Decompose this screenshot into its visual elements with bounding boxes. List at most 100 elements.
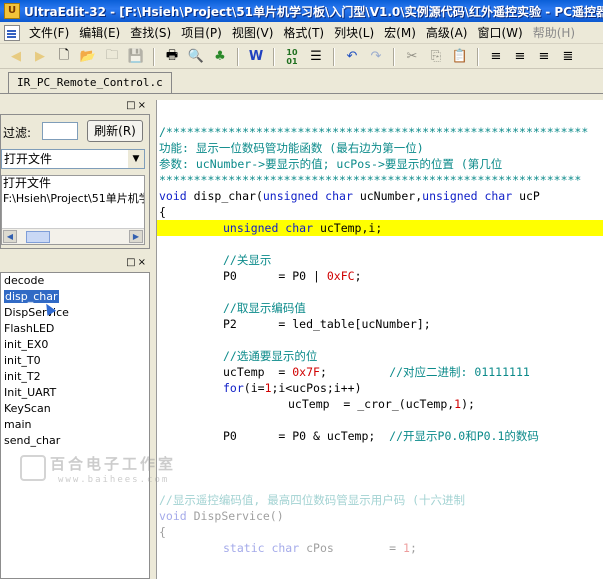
toolbar-separator xyxy=(237,47,239,66)
paste-icon[interactable]: 📋 xyxy=(450,47,470,67)
menu-macro[interactable]: 宏(M) xyxy=(379,22,421,43)
hex-mode-icon[interactable]: 10 01 xyxy=(282,47,302,67)
code-line: ****************************************… xyxy=(159,173,582,187)
code-token: 0xFC xyxy=(326,269,355,283)
menu-help[interactable]: 帮助(H) xyxy=(528,22,580,43)
watermark-text: 百合电子工作室 xyxy=(50,455,177,473)
new-file-icon[interactable]: 🗋 xyxy=(54,47,74,67)
menu-edit[interactable]: 编辑(E) xyxy=(74,22,125,43)
panel-pin-close-icon[interactable]: □× xyxy=(126,100,148,111)
code-token: 1 xyxy=(403,541,410,555)
function-item[interactable]: send_char xyxy=(1,433,149,449)
code-token: (i= xyxy=(243,381,265,395)
function-item[interactable]: init_T2 xyxy=(1,369,149,385)
code-line: static char cPos = 1; xyxy=(223,540,417,556)
function-item[interactable]: DispService xyxy=(1,305,149,321)
justify-icon[interactable]: ≣ xyxy=(558,47,578,67)
document-menu-icon[interactable] xyxy=(4,24,20,41)
function-item[interactable]: Init_UART xyxy=(1,385,149,401)
code-line: { xyxy=(159,205,166,219)
code-token: ); xyxy=(461,397,475,411)
function-item[interactable]: init_T0 xyxy=(1,353,149,369)
close-file-icon[interactable]: 🗀 xyxy=(102,47,122,67)
column-mode-icon[interactable]: ☰ xyxy=(306,47,326,67)
open-folder-icon[interactable]: 📂 xyxy=(78,47,98,67)
code-token: disp_char( xyxy=(186,189,263,203)
file-browser-tree[interactable]: 打开文件 F:\Hsieh\Project\51单片机学 ◀ ▶ xyxy=(1,175,145,245)
function-item[interactable]: FlashLED xyxy=(1,321,149,337)
copy-icon[interactable]: ⎘ xyxy=(426,47,446,67)
code-line: ucTemp = _cror_(ucTemp,1); xyxy=(288,396,475,412)
function-item[interactable]: decode xyxy=(1,273,149,289)
tree-item[interactable]: 打开文件 xyxy=(2,176,144,191)
function-item[interactable]: main xyxy=(1,417,149,433)
print-icon[interactable]: 🖶 xyxy=(162,47,182,67)
scroll-right-icon[interactable]: ▶ xyxy=(129,230,143,243)
code-token: 0x7F xyxy=(292,365,320,379)
code-line: { xyxy=(159,525,166,539)
file-browser-dropdown[interactable]: 打开文件 ▼ xyxy=(1,149,145,169)
code-token: //对应二进制: 01111111 xyxy=(389,365,530,379)
save-icon[interactable]: 💾 xyxy=(126,47,146,67)
code-token: ucNumber, xyxy=(352,189,423,203)
tree-item[interactable]: F:\Hsieh\Project\51单片机学 xyxy=(2,191,144,206)
code-line: for(i=1;i<ucPos;i++) xyxy=(223,380,362,396)
code-token: P0 = P0 | xyxy=(223,269,327,283)
menu-file[interactable]: 文件(F) xyxy=(24,22,74,43)
forward-icon[interactable]: ▶ xyxy=(30,47,50,67)
align-left-icon[interactable]: ≡ xyxy=(486,47,506,67)
scroll-left-icon[interactable]: ◀ xyxy=(3,230,17,243)
panel-pin-close-icon[interactable]: □× xyxy=(126,257,148,268)
code-line: unsigned char ucTemp,i; xyxy=(223,220,382,236)
menu-window[interactable]: 窗口(W) xyxy=(472,22,527,43)
menu-project[interactable]: 项目(P) xyxy=(176,22,227,43)
filter-input[interactable] xyxy=(42,122,78,140)
ultraedit-window: U UltraEdit-32 - [F:\Hsieh\Project\51单片机… xyxy=(0,0,603,579)
align-center-icon[interactable]: ≡ xyxy=(510,47,530,67)
function-item-selected[interactable]: disp_char xyxy=(1,289,149,305)
scroll-thumb[interactable] xyxy=(26,231,50,243)
refresh-button[interactable]: 刷新(R) xyxy=(87,120,143,142)
function-item[interactable]: KeyScan xyxy=(1,401,149,417)
code-line: ucTemp = 0x7F; //对应二进制: 01111111 xyxy=(223,364,530,380)
filter-label: 过滤: xyxy=(3,126,32,140)
undo-icon[interactable]: ↶ xyxy=(342,47,362,67)
code-token: unsigned char xyxy=(262,189,353,203)
code-token: DispService() xyxy=(186,509,284,523)
code-token: unsigned char xyxy=(422,189,513,203)
cut-icon[interactable]: ✂ xyxy=(402,47,422,67)
title-bar[interactable]: U UltraEdit-32 - [F:\Hsieh\Project\51单片机… xyxy=(0,0,603,22)
file-browser-panel: 过滤: 刷新(R) 打开文件 ▼ 打开文件 F:\Hsieh\Project\5… xyxy=(0,114,150,249)
code-token: ;i<ucPos;i++) xyxy=(271,381,362,395)
word-wrap-icon[interactable]: W xyxy=(246,47,266,67)
function-item[interactable]: init_EX0 xyxy=(1,337,149,353)
print-preview-icon[interactable]: 🔍 xyxy=(186,47,206,67)
code-token: ucTemp,i; xyxy=(313,221,383,235)
code-line: P2 = led_table[ucNumber]; xyxy=(223,317,431,331)
code-token: unsigned char xyxy=(223,221,314,235)
menu-column[interactable]: 列块(L) xyxy=(329,22,379,43)
tab-ir-pc-remote-control[interactable]: IR_PC_Remote_Control.c xyxy=(8,72,172,93)
code-token: P0 = P0 & ucTemp; xyxy=(223,429,390,443)
code-token: ucTemp = _cror_(ucTemp, xyxy=(288,397,455,411)
align-right-icon[interactable]: ≡ xyxy=(534,47,554,67)
ftp-icon[interactable]: ♣ xyxy=(210,47,230,67)
toolbar-separator xyxy=(393,47,395,66)
code-line: //显示遥控编码值, 最高四位数码管显示用户码 (十六进制 xyxy=(159,493,466,507)
function-list-panel: decode disp_char DispService FlashLED in… xyxy=(0,272,150,579)
menu-view[interactable]: 视图(V) xyxy=(227,22,279,43)
menu-format[interactable]: 格式(T) xyxy=(278,22,329,43)
chevron-down-icon[interactable]: ▼ xyxy=(128,150,144,168)
code-editor[interactable]: /***************************************… xyxy=(156,100,603,579)
toolbar-separator xyxy=(153,47,155,66)
menu-advanced[interactable]: 高级(A) xyxy=(421,22,473,43)
code-line: //取显示编码值 xyxy=(223,301,306,315)
code-line: P0 = P0 | 0xFC; xyxy=(223,268,362,284)
redo-icon[interactable]: ↷ xyxy=(366,47,386,67)
horizontal-scrollbar[interactable]: ◀ ▶ xyxy=(2,228,144,244)
file-browser-dropdown-value: 打开文件 xyxy=(4,152,53,166)
menu-search[interactable]: 查找(S) xyxy=(125,22,176,43)
back-icon[interactable]: ◀ xyxy=(6,47,26,67)
code-token: cPos = xyxy=(299,541,404,555)
ultraedit-app-icon[interactable]: U xyxy=(4,3,20,19)
